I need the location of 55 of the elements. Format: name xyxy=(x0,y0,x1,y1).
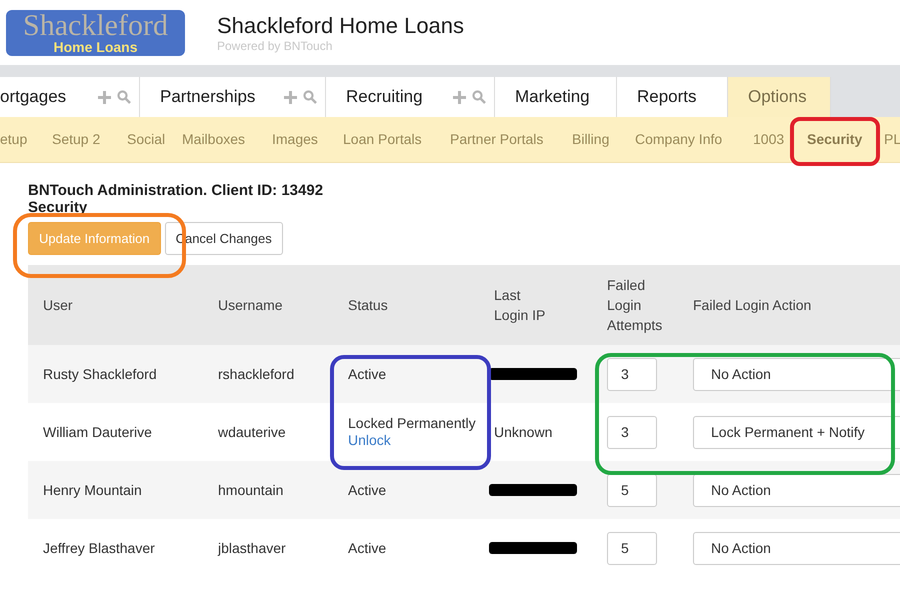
search-icon[interactable] xyxy=(117,90,131,104)
nav-tab[interactable]: Reports xyxy=(617,77,728,117)
subnav-tab[interactable]: etup xyxy=(0,129,52,150)
attempts-input[interactable]: 3 xyxy=(607,416,657,448)
action-select[interactable]: Lock Permanent + Notify xyxy=(693,416,900,448)
unlock-link[interactable]: Unlock xyxy=(348,432,391,449)
search-icon[interactable] xyxy=(303,90,317,104)
username: wdauterive xyxy=(218,424,286,440)
status-text: Active xyxy=(348,540,386,556)
status-text: Locked Permanently xyxy=(348,415,476,432)
attempts-input[interactable]: 5 xyxy=(607,532,657,564)
username: rshackleford xyxy=(218,366,294,382)
nav-tab[interactable]: Partnerships xyxy=(140,77,326,117)
subnav-tab[interactable]: Social xyxy=(127,129,182,150)
column-header: Failed Login Action xyxy=(693,296,812,315)
subnav-tab[interactable]: Setup 2 xyxy=(52,129,127,150)
status-text: Active xyxy=(348,482,386,498)
attempts-input[interactable]: 3 xyxy=(607,358,657,390)
action-select[interactable]: No Action xyxy=(693,532,900,564)
nav-tab[interactable]: ortgages xyxy=(0,77,140,117)
username: jblasthaver xyxy=(218,540,286,556)
subnav-tab[interactable]: 1003 xyxy=(753,129,807,150)
status-text: Active xyxy=(348,366,386,382)
subnav-tab[interactable]: Partner Portals xyxy=(450,129,572,150)
plus-icon[interactable] xyxy=(284,90,297,104)
subnav-tab[interactable]: Billing xyxy=(572,129,635,150)
username: hmountain xyxy=(218,482,284,498)
user-name: William Dauterive xyxy=(43,424,152,440)
column-header: Status xyxy=(348,296,389,315)
action-select[interactable]: No Action xyxy=(693,358,900,390)
search-icon[interactable] xyxy=(472,90,486,104)
subnav-tab[interactable]: Loan Portals xyxy=(343,129,450,150)
subnav-tab[interactable]: Company Info xyxy=(635,129,753,150)
user-name: Rusty Shackleford xyxy=(43,366,157,382)
action-select[interactable]: No Action xyxy=(693,474,900,506)
user-name: Henry Mountain xyxy=(43,482,142,498)
nav-tab[interactable]: Recruiting xyxy=(326,77,495,117)
subnav-tab[interactable]: Images xyxy=(272,129,343,150)
nav-tab[interactable]: Options xyxy=(728,77,831,117)
logo: Shackleford Home Loans xyxy=(6,10,185,56)
page-heading: BNTouch Administration. Client ID: 13492 xyxy=(28,181,324,201)
subnav-tab[interactable]: Mailboxes xyxy=(182,129,272,150)
subnav-tab[interactable]: Security xyxy=(807,129,884,150)
nav-tab[interactable]: Marketing xyxy=(495,77,617,117)
column-header: Failed Login Attempts xyxy=(607,276,664,335)
attempts-input[interactable]: 5 xyxy=(607,474,657,506)
site-title: Shackleford Home Loans xyxy=(217,12,464,38)
column-header: Last Login IP xyxy=(494,286,546,325)
plus-icon[interactable] xyxy=(98,90,111,104)
section-title: Security xyxy=(28,201,88,214)
column-header: Username xyxy=(218,296,284,315)
plus-icon[interactable] xyxy=(453,90,466,104)
last-login-ip: Unknown xyxy=(494,424,552,440)
user-name: Jeffrey Blasthaver xyxy=(43,540,155,556)
column-header: User xyxy=(43,296,74,315)
